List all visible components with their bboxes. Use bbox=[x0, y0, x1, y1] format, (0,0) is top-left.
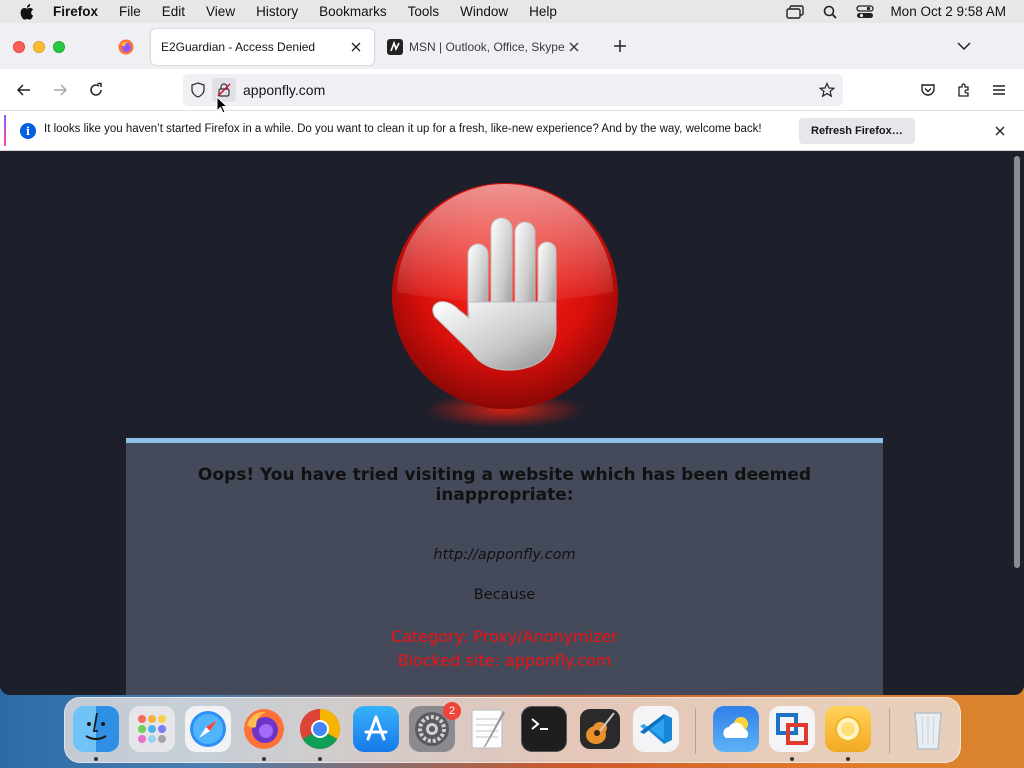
menu-help[interactable]: Help bbox=[529, 4, 557, 19]
notification-badge: 2 bbox=[443, 702, 461, 720]
dock-garageband[interactable] bbox=[577, 706, 623, 752]
close-tab-icon[interactable] bbox=[566, 39, 582, 55]
scrollbar-thumb[interactable] bbox=[1014, 156, 1020, 568]
running-indicator bbox=[790, 757, 794, 761]
menu-history[interactable]: History bbox=[256, 4, 298, 19]
browser-window: E2Guardian - Access Denied MSN | Outlook… bbox=[0, 23, 1024, 695]
dock-vscode[interactable] bbox=[633, 706, 679, 752]
tab-msn[interactable]: MSN | Outlook, Office, Skype, B bbox=[377, 29, 592, 65]
firefox-view-icon[interactable] bbox=[118, 39, 134, 55]
vscode-icon bbox=[640, 714, 672, 744]
dock-textedit[interactable] bbox=[465, 706, 511, 752]
screen-mirroring-icon[interactable] bbox=[785, 4, 805, 20]
dock-finder[interactable] bbox=[73, 706, 119, 752]
menu-window[interactable]: Window bbox=[460, 4, 508, 19]
dock-system-settings[interactable]: 2 bbox=[409, 702, 461, 752]
dock-vmware-fusion[interactable] bbox=[769, 706, 815, 752]
because-label: Because bbox=[473, 587, 536, 603]
back-arrow-icon[interactable] bbox=[16, 82, 32, 98]
navigation-toolbar: apponfly.com bbox=[0, 69, 1024, 111]
refresh-notification-bar: i It looks like you haven’t started Fire… bbox=[0, 111, 1024, 151]
notification-message: It looks like you haven’t started Firefo… bbox=[44, 123, 762, 135]
textedit-icon bbox=[471, 709, 505, 749]
msn-favicon-icon bbox=[387, 39, 403, 55]
extensions-puzzle-icon[interactable] bbox=[956, 82, 972, 98]
page-scrollbar[interactable] bbox=[1010, 152, 1024, 695]
stop-hand-icon bbox=[392, 183, 618, 428]
launchpad-grid-icon bbox=[138, 715, 166, 743]
denied-headline: Oops! You have tried visiting a website … bbox=[197, 465, 812, 505]
reload-icon[interactable] bbox=[88, 82, 104, 98]
forward-arrow-icon[interactable] bbox=[52, 82, 68, 98]
list-all-tabs-chevron-down-icon[interactable] bbox=[956, 38, 972, 54]
chrome-icon bbox=[300, 709, 340, 749]
dock-terminal[interactable] bbox=[521, 706, 567, 752]
tab-title: E2Guardian - Access Denied bbox=[161, 40, 316, 54]
hamburger-menu-icon[interactable] bbox=[991, 82, 1007, 98]
dock-safari[interactable] bbox=[185, 706, 231, 752]
bookmark-star-icon[interactable] bbox=[819, 82, 835, 98]
spotlight-search-icon[interactable] bbox=[820, 4, 840, 20]
control-center-icon[interactable] bbox=[855, 4, 875, 20]
close-tab-icon[interactable] bbox=[348, 39, 364, 55]
pocket-icon[interactable] bbox=[920, 82, 936, 98]
running-indicator bbox=[318, 757, 322, 761]
window-minimize-button[interactable] bbox=[33, 41, 45, 53]
menu-view[interactable]: View bbox=[206, 4, 235, 19]
access-denied-panel: Oops! You have tried visiting a website … bbox=[126, 438, 883, 695]
tab-title: MSN | Outlook, Office, Skype, B bbox=[409, 40, 566, 54]
dock-separator bbox=[889, 708, 890, 754]
dock-separator bbox=[695, 708, 696, 754]
blocked-site-reason: Blocked site: apponfly.com bbox=[397, 651, 612, 670]
dock-weather[interactable] bbox=[713, 706, 759, 752]
app-store-icon bbox=[364, 715, 388, 741]
trash-icon bbox=[914, 712, 942, 750]
dock-yellow-app[interactable] bbox=[825, 706, 871, 752]
running-indicator bbox=[94, 757, 98, 761]
page-content: Oops! You have tried visiting a website … bbox=[0, 152, 1010, 695]
block-category: Category: Proxy/Anonymizer bbox=[391, 627, 618, 646]
menu-tools[interactable]: Tools bbox=[408, 4, 440, 19]
tab-access-denied[interactable]: E2Guardian - Access Denied bbox=[151, 29, 374, 65]
vmware-fusion-icon bbox=[776, 713, 808, 745]
menu-edit[interactable]: Edit bbox=[162, 4, 185, 19]
finder-icon bbox=[85, 712, 107, 740]
dock-trash[interactable] bbox=[905, 706, 951, 752]
dock-chrome[interactable] bbox=[297, 706, 343, 752]
dock: 2 bbox=[64, 697, 961, 763]
menu-bar: Firefox File Edit View History Bookmarks… bbox=[0, 0, 1024, 23]
refresh-firefox-button[interactable]: Refresh Firefox… bbox=[799, 118, 915, 144]
url-bar[interactable]: apponfly.com bbox=[183, 74, 843, 106]
url-text[interactable]: apponfly.com bbox=[243, 82, 325, 98]
running-indicator bbox=[846, 757, 850, 761]
menu-app-name[interactable]: Firefox bbox=[53, 4, 98, 19]
window-maximize-button[interactable] bbox=[53, 41, 65, 53]
safari-compass-icon bbox=[190, 711, 226, 747]
running-indicator bbox=[262, 757, 266, 761]
dock-app-store[interactable] bbox=[353, 706, 399, 752]
info-icon: i bbox=[20, 123, 36, 139]
menu-clock[interactable]: Mon Oct 2 9:58 AM bbox=[890, 4, 1006, 19]
new-tab-icon[interactable] bbox=[612, 38, 628, 54]
weather-cloud-icon bbox=[723, 717, 749, 738]
sun-icon bbox=[835, 716, 861, 742]
menu-bookmarks[interactable]: Bookmarks bbox=[319, 4, 387, 19]
firefox-icon bbox=[244, 709, 284, 749]
dock-firefox[interactable] bbox=[241, 706, 287, 752]
guitar-icon bbox=[580, 709, 620, 749]
terminal-prompt-icon bbox=[531, 718, 548, 730]
tracking-protection-shield-icon[interactable] bbox=[190, 82, 206, 98]
blocked-url: http://apponfly.com bbox=[433, 547, 576, 563]
menu-file[interactable]: File bbox=[119, 4, 141, 19]
mouse-pointer-icon bbox=[216, 96, 228, 114]
dock-launchpad[interactable] bbox=[129, 706, 175, 752]
close-notification-icon[interactable] bbox=[992, 123, 1008, 139]
window-close-button[interactable] bbox=[13, 41, 25, 53]
window-controls bbox=[13, 41, 65, 53]
apple-icon[interactable] bbox=[18, 3, 36, 20]
tab-strip: E2Guardian - Access Denied MSN | Outlook… bbox=[0, 23, 1024, 69]
